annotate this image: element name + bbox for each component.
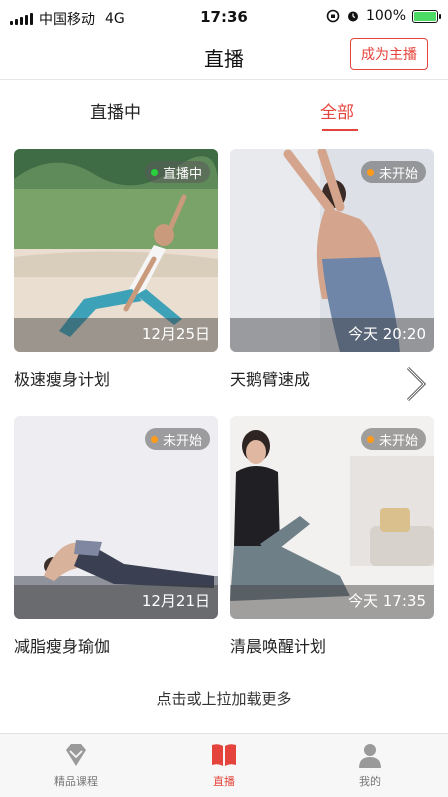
chevron-right-icon[interactable] — [402, 364, 430, 404]
upcoming-dot-icon — [366, 435, 374, 443]
course-card[interactable]: 直播中 12月25日 极速瘦身计划 — [14, 149, 218, 390]
course-time: 12月21日 — [141, 592, 210, 610]
tabbar-item-profile[interactable]: 我的 — [320, 740, 420, 789]
status-bar: 中国移动 4G 17:36 100% — [0, 0, 448, 34]
badge-label: 未开始 — [162, 433, 202, 449]
tabbar-item-courses[interactable]: 精品课程 — [26, 740, 126, 789]
course-thumbnail[interactable]: 直播中 12月25日 — [14, 149, 218, 352]
tabbar-label: 精品课程 — [54, 775, 98, 788]
course-card[interactable]: 未开始 12月21日 减脂瘦身瑜伽 — [14, 416, 218, 657]
battery-icon — [412, 9, 441, 23]
alarm-icon — [347, 11, 358, 22]
status-bar-right: 100% — [326, 8, 441, 24]
diamond-icon — [66, 744, 86, 766]
bottom-tab-bar: 精品课程 直播 我的 — [0, 733, 448, 797]
become-anchor-button[interactable]: 成为主播 — [350, 38, 428, 70]
status-badge: 未开始 — [360, 161, 426, 183]
book-icon — [212, 744, 236, 766]
course-card[interactable]: 未开始 今天 20:20 天鹅臂速成 — [230, 149, 434, 390]
tabbar-label: 直播 — [213, 775, 235, 788]
course-thumbnail[interactable]: 未开始 今天 20:20 — [230, 149, 434, 352]
tab-all[interactable]: 全部 — [320, 98, 354, 123]
tabbar-label: 我的 — [359, 775, 381, 788]
tab-active-indicator — [322, 129, 358, 131]
badge-label: 直播中 — [162, 166, 202, 182]
upcoming-dot-icon — [366, 168, 374, 176]
status-badge: 直播中 — [144, 161, 210, 183]
status-badge: 未开始 — [360, 428, 426, 450]
course-thumbnail[interactable]: 未开始 12月21日 — [14, 416, 218, 619]
tab-live[interactable]: 直播中 — [90, 98, 141, 123]
course-thumbnail[interactable]: 未开始 今天 17:35 — [230, 416, 434, 619]
badge-label: 未开始 — [378, 166, 418, 182]
course-card[interactable]: 未开始 今天 17:35 清晨唤醒计划 — [230, 416, 434, 657]
course-time: 今天 20:20 — [348, 325, 426, 343]
nav-bar: 直播 成为主播 — [0, 34, 448, 80]
person-icon — [359, 744, 381, 768]
battery-percent: 100% — [365, 8, 406, 24]
rotation-lock-icon — [326, 9, 340, 23]
tabbar-item-live[interactable]: 直播 — [174, 740, 274, 789]
course-title[interactable]: 极速瘦身计划 — [14, 366, 218, 390]
load-more-button[interactable]: 点击或上拉加载更多 — [0, 688, 448, 709]
course-time: 12月25日 — [141, 325, 210, 343]
course-title[interactable]: 清晨唤醒计划 — [230, 633, 434, 657]
badge-label: 未开始 — [378, 433, 418, 449]
course-time: 今天 17:35 — [348, 592, 426, 610]
upcoming-dot-icon — [150, 435, 158, 443]
tab-strip: 直播中 全部 — [0, 84, 448, 136]
status-badge: 未开始 — [144, 428, 210, 450]
live-dot-icon — [150, 168, 158, 176]
course-title[interactable]: 减脂瘦身瑜伽 — [14, 633, 218, 657]
